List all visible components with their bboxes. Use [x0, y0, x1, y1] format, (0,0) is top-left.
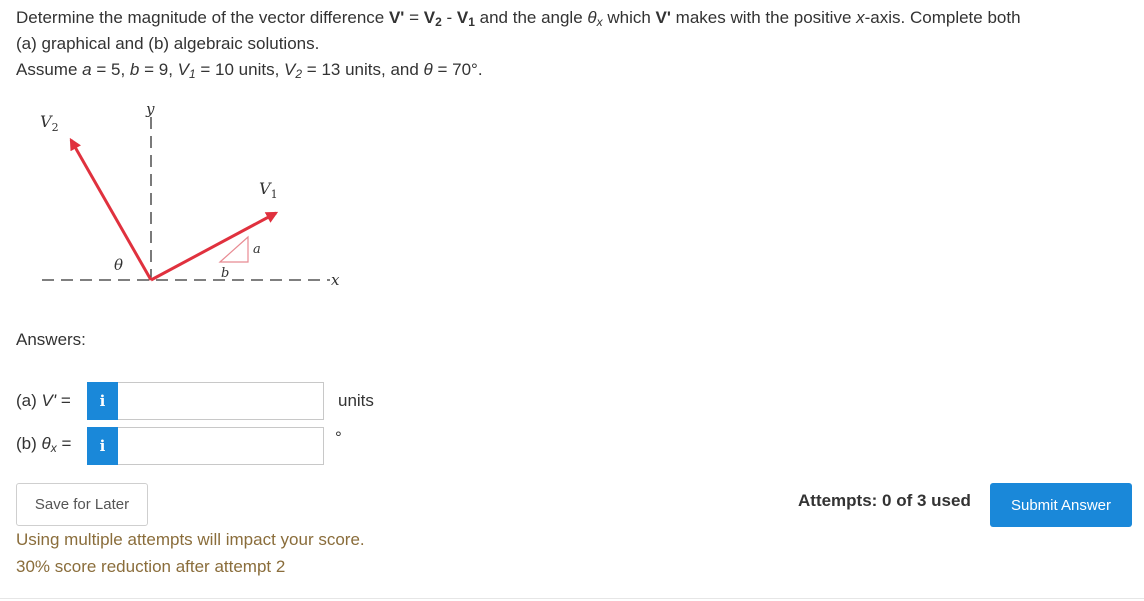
- a-label: a: [253, 242, 261, 257]
- problem-statement: Determine the magnitude of the vector di…: [16, 5, 1136, 83]
- y-axis-label: y: [145, 100, 155, 118]
- attempts-warning: Using multiple attempts will impact your…: [16, 530, 365, 549]
- v2-arrow: [69, 137, 153, 281]
- vector-diagram: y x a b V2 V1 θ: [40, 100, 340, 289]
- attempts-counter: Attempts: 0 of 3 used: [798, 491, 971, 510]
- answer-a-input[interactable]: [118, 382, 324, 420]
- vector-symbol: V2: [423, 8, 442, 29]
- v1-label: V1: [259, 179, 278, 201]
- info-icon[interactable]: i: [87, 382, 118, 420]
- vector-symbol: V': [388, 8, 405, 27]
- vector-symbol: V1: [456, 8, 475, 29]
- problem-text: -: [441, 8, 457, 27]
- answer-b-label: (b) θx =: [16, 434, 72, 455]
- info-icon[interactable]: i: [87, 427, 118, 465]
- v2-label: V2: [40, 112, 59, 134]
- problem-text: Determine the magnitude of the vector di…: [16, 8, 389, 27]
- problem-text: and the angle: [474, 8, 588, 27]
- answer-a-unit: units: [338, 391, 374, 410]
- answers-heading: Answers:: [16, 330, 86, 349]
- score-reduction-note: 30% score reduction after attempt 2: [16, 557, 286, 576]
- variable-symbol: x: [856, 8, 865, 27]
- problem-text: =: [404, 8, 424, 27]
- problem-text: which: [602, 8, 656, 27]
- b-label: b: [221, 266, 229, 281]
- angle-symbol: θx: [587, 8, 603, 29]
- save-for-later-button[interactable]: Save for Later: [16, 483, 148, 526]
- problem-text: makes with the positive: [670, 8, 857, 27]
- theta-label: θ: [114, 256, 123, 274]
- answer-b-input[interactable]: [118, 427, 324, 465]
- problem-line-2: (a) graphical and (b) algebraic solution…: [16, 34, 320, 53]
- problem-line-3: Assume a = 5, b = 9, V1 = 10 units, V2 =…: [16, 60, 483, 81]
- problem-line-1: Determine the magnitude of the vector di…: [16, 5, 1136, 31]
- problem-text: -axis. Complete both: [864, 8, 1021, 27]
- divider: [0, 598, 1144, 599]
- answer-b-unit: °: [335, 428, 342, 447]
- vector-symbol: V': [655, 8, 671, 27]
- answer-a-label: (a) V' =: [16, 391, 71, 410]
- x-axis-label: x: [331, 271, 340, 289]
- submit-answer-button[interactable]: Submit Answer: [990, 483, 1132, 527]
